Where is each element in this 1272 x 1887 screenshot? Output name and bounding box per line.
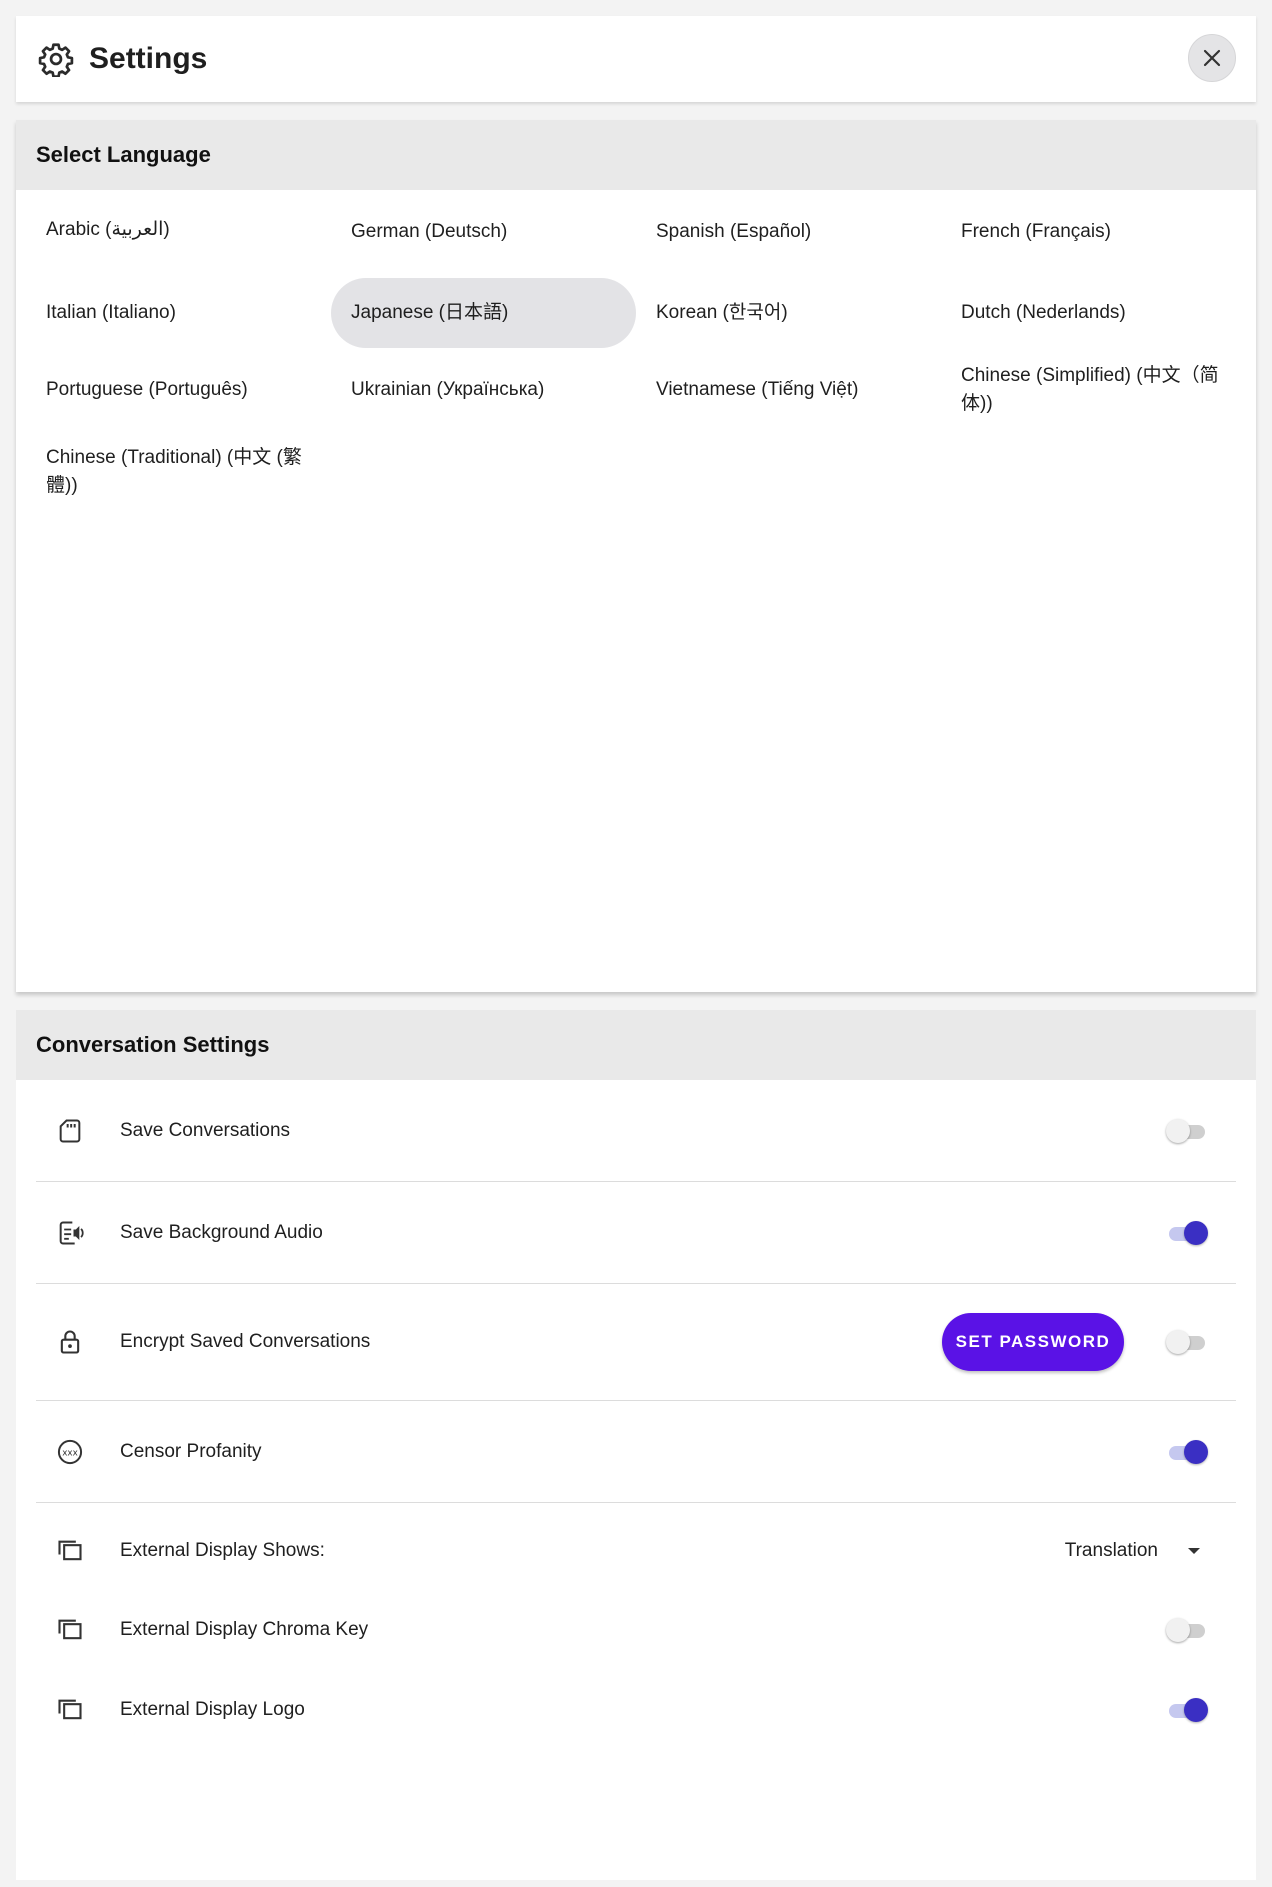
- save-background-audio-toggle[interactable]: [1166, 1220, 1208, 1246]
- external-display-icon: [58, 1619, 82, 1640]
- setting-row-save-conversations: Save Conversations: [36, 1080, 1236, 1182]
- svg-text:xxx: xxx: [62, 1448, 78, 1458]
- external-display-icon: [58, 1699, 82, 1720]
- setting-row-censor-profanity: xxx Censor Profanity: [36, 1401, 1236, 1503]
- external-display-icon: [58, 1540, 82, 1561]
- sd-card-icon: [59, 1119, 81, 1142]
- settings-header: Settings: [16, 16, 1256, 102]
- save-conversations-toggle[interactable]: [1166, 1118, 1206, 1144]
- lock-icon: [60, 1330, 80, 1354]
- censor-profanity-toggle[interactable]: [1166, 1439, 1208, 1465]
- audio-file-icon: [59, 1221, 84, 1244]
- save-background-audio-label: Save Background Audio: [120, 1221, 323, 1243]
- language-option-french[interactable]: French (Français): [941, 210, 1246, 254]
- setting-row-external-display-logo: External Display Logo: [36, 1661, 1236, 1759]
- encrypt-toggle[interactable]: [1166, 1329, 1206, 1355]
- close-icon: [1203, 49, 1221, 67]
- language-section: Select Language Arabic (العربية) German …: [16, 120, 1256, 992]
- chroma-key-label: External Display Chroma Key: [120, 1619, 369, 1640]
- language-option-ukrainian[interactable]: Ukrainian (Українська): [331, 360, 636, 420]
- censor-profanity-label: Censor Profanity: [120, 1440, 262, 1462]
- language-option-italian[interactable]: Italian (Italiano): [26, 278, 331, 348]
- language-option-german[interactable]: German (Deutsch): [331, 210, 636, 254]
- close-button[interactable]: [1188, 34, 1236, 82]
- censor-icon: xxx: [57, 1439, 83, 1464]
- language-option-dutch[interactable]: Dutch (Nederlands): [941, 278, 1246, 348]
- language-option-portuguese[interactable]: Portuguese (Português): [26, 360, 331, 420]
- encrypt-label: Encrypt Saved Conversations: [120, 1331, 371, 1352]
- chroma-key-toggle[interactable]: [1166, 1617, 1206, 1643]
- chevron-down-icon: [1188, 1548, 1200, 1554]
- language-option-vietnamese[interactable]: Vietnamese (Tiếng Việt): [636, 360, 941, 420]
- save-conversations-label: Save Conversations: [120, 1119, 291, 1141]
- setting-row-save-background-audio: Save Background Audio: [36, 1182, 1236, 1284]
- external-display-logo-label: External Display Logo: [120, 1699, 305, 1720]
- setting-row-chroma-key: External Display Chroma Key: [36, 1599, 1236, 1661]
- external-display-logo-toggle[interactable]: [1166, 1697, 1208, 1723]
- gear-icon: [38, 43, 74, 77]
- setting-row-encrypt: Encrypt Saved Conversations SET PASSWORD: [36, 1284, 1236, 1401]
- set-password-button[interactable]: SET PASSWORD: [942, 1313, 1124, 1371]
- language-option-arabic[interactable]: Arabic (العربية): [26, 208, 331, 252]
- language-option-spanish[interactable]: Spanish (Español): [636, 210, 941, 254]
- language-grid: Arabic (العربية) German (Deutsch) Spanis…: [16, 190, 1256, 970]
- external-display-shows-value: Translation: [1064, 1540, 1158, 1561]
- setting-row-external-display-shows: External Display Shows: Translation: [36, 1503, 1236, 1599]
- language-option-korean[interactable]: Korean (한국어): [636, 278, 941, 348]
- language-option-chinese-simplified[interactable]: Chinese (Simplified) (中文（简体)): [941, 360, 1246, 420]
- language-option-japanese[interactable]: Japanese (日本語): [331, 278, 636, 348]
- language-option-chinese-traditional[interactable]: Chinese (Traditional) (中文 (繁體)): [26, 442, 331, 502]
- external-display-shows-label: External Display Shows:: [120, 1540, 325, 1561]
- conversation-section-heading: Conversation Settings: [16, 1010, 1256, 1080]
- external-display-shows-select[interactable]: Translation: [1065, 1540, 1200, 1562]
- conversation-section: Conversation Settings Save Conversations…: [16, 1010, 1256, 1880]
- language-section-heading: Select Language: [16, 120, 1256, 190]
- page-title: Settings: [89, 42, 208, 75]
